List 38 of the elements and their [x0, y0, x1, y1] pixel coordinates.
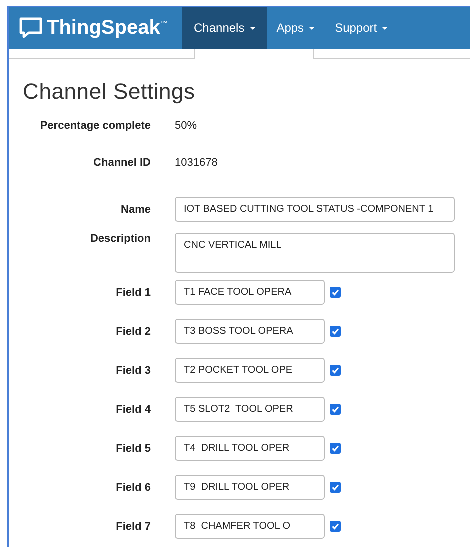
- caret-icon: [382, 26, 388, 30]
- field-input[interactable]: T1 FACE TOOL OPERA: [175, 280, 325, 305]
- description-textarea[interactable]: CNC VERTICAL MILL: [175, 233, 455, 273]
- field-value: 1031678: [175, 157, 218, 169]
- field-input[interactable]: T2 POCKET TOOL OPE: [175, 358, 325, 383]
- field-label: Percentage complete: [39, 120, 152, 132]
- field-input[interactable]: T5 SLOT2 TOOL OPER: [175, 397, 325, 422]
- caret-icon: [309, 26, 316, 30]
- field-label: Field 1: [115, 286, 152, 298]
- caret-icon: [250, 26, 256, 30]
- brand-name[interactable]: ThingSpeak$^{™}$: [47, 16, 168, 40]
- field-label: Name: [120, 204, 152, 216]
- checkbox[interactable]: [330, 482, 341, 493]
- field-input[interactable]: T9 DRILL TOOL OPER: [175, 475, 325, 500]
- field-label: Description: [89, 233, 152, 245]
- checkbox[interactable]: [330, 521, 341, 532]
- field-label: Field 3: [115, 364, 152, 376]
- field-input[interactable]: T3 BOSS TOOL OPERA: [175, 319, 325, 344]
- checkbox[interactable]: [330, 287, 341, 298]
- field-label: Field 5: [115, 442, 152, 454]
- checkbox[interactable]: [330, 326, 341, 337]
- field-label: Field 4: [115, 404, 152, 416]
- checkbox[interactable]: [330, 365, 341, 376]
- page-title: Channel Settings: [23, 79, 196, 105]
- field-label: Field 6: [115, 482, 152, 494]
- field-input[interactable]: T4 DRILL TOOL OPER: [175, 436, 325, 461]
- nav-menu[interactable]: Support: [325, 7, 398, 49]
- field-label: Channel ID: [92, 157, 152, 169]
- speech-bubble-icon: [19, 17, 43, 39]
- checkbox[interactable]: [330, 404, 341, 415]
- name-input[interactable]: IOT BASED CUTTING TOOL STATUS -COMPONENT 1: [175, 197, 455, 222]
- field-label: Field 2: [115, 326, 152, 338]
- field-value: 50%: [175, 120, 198, 132]
- checkbox[interactable]: [330, 443, 341, 454]
- nav-menu[interactable]: Channels: [182, 7, 267, 49]
- field-input[interactable]: T8 CHAMFER TOOL O: [175, 514, 325, 539]
- nav-menu[interactable]: Apps: [266, 7, 326, 49]
- field-label: Field 7: [115, 520, 152, 532]
